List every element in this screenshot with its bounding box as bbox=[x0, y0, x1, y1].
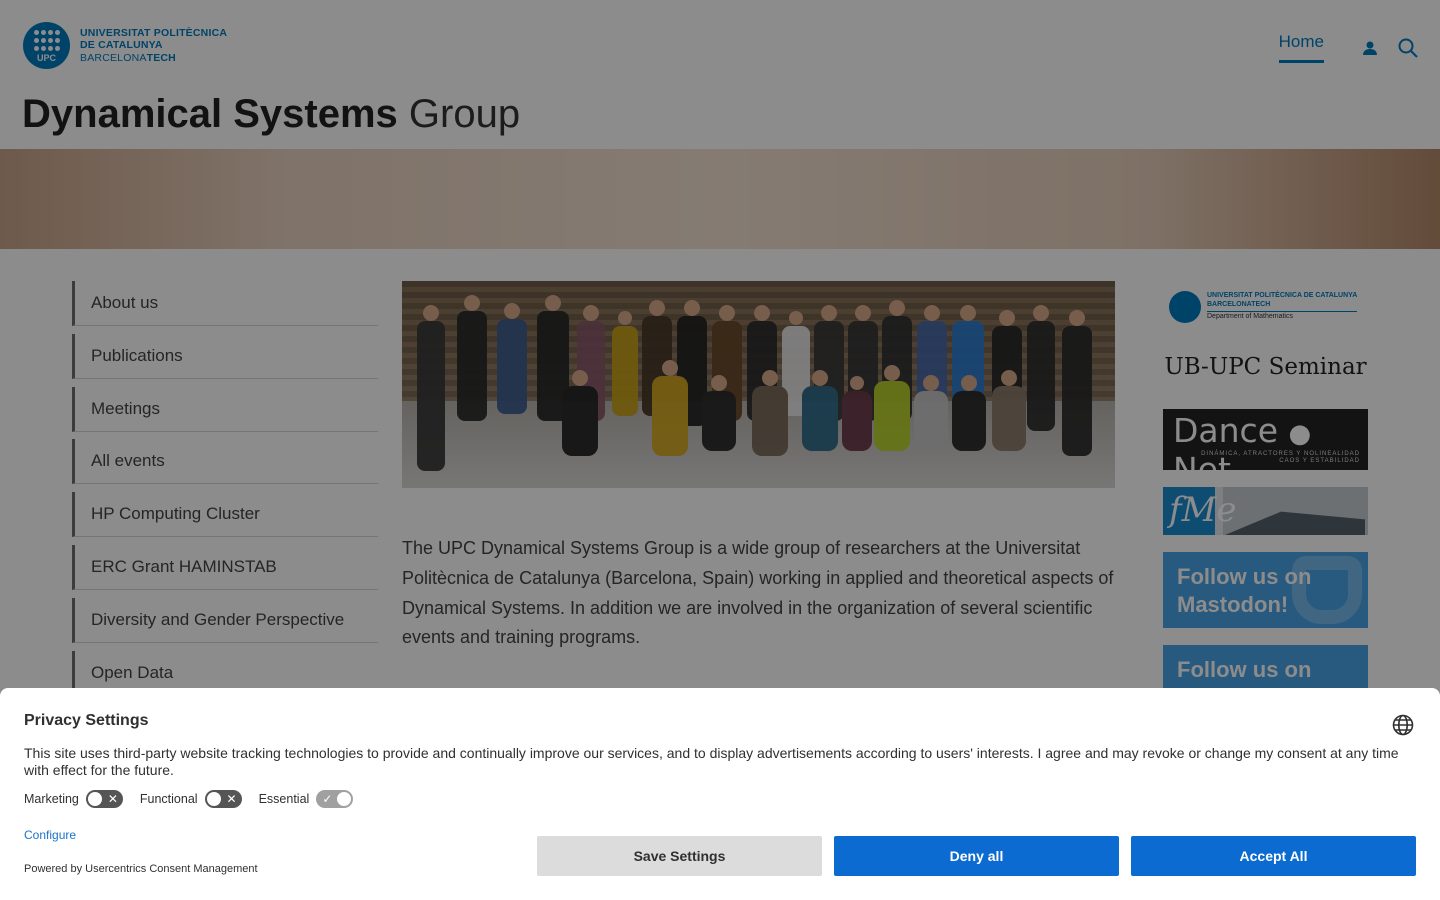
essential-switch[interactable]: ✓ bbox=[316, 790, 354, 808]
marketing-switch[interactable]: ✕ bbox=[85, 790, 123, 808]
x-icon: ✕ bbox=[226, 792, 237, 806]
toggle-functional: Functional ✕ bbox=[140, 790, 242, 808]
consent-toggles: Marketing ✕ Functional ✕ Essential ✓ bbox=[24, 790, 1416, 808]
globe-icon[interactable] bbox=[1392, 714, 1416, 738]
privacy-description: This site uses third-party website track… bbox=[24, 745, 1399, 778]
configure-link[interactable]: Configure bbox=[24, 828, 76, 842]
check-icon: ✓ bbox=[322, 792, 333, 806]
powered-by-text: Powered by Usercentrics Consent Manageme… bbox=[24, 863, 258, 875]
save-settings-button[interactable]: Save Settings bbox=[537, 836, 822, 876]
toggle-marketing-label: Marketing bbox=[24, 792, 79, 806]
privacy-settings-dialog: Privacy Settings This site uses third-pa… bbox=[0, 688, 1440, 900]
toggle-essential: Essential ✓ bbox=[259, 790, 354, 808]
x-icon: ✕ bbox=[107, 792, 118, 806]
privacy-title: Privacy Settings bbox=[24, 712, 149, 729]
deny-all-button[interactable]: Deny all bbox=[834, 836, 1119, 876]
functional-switch[interactable]: ✕ bbox=[204, 790, 242, 808]
toggle-essential-label: Essential bbox=[258, 792, 310, 806]
toggle-marketing: Marketing ✕ bbox=[24, 790, 123, 808]
accept-all-button[interactable]: Accept All bbox=[1131, 836, 1416, 876]
toggle-functional-label: Functional bbox=[139, 792, 198, 806]
